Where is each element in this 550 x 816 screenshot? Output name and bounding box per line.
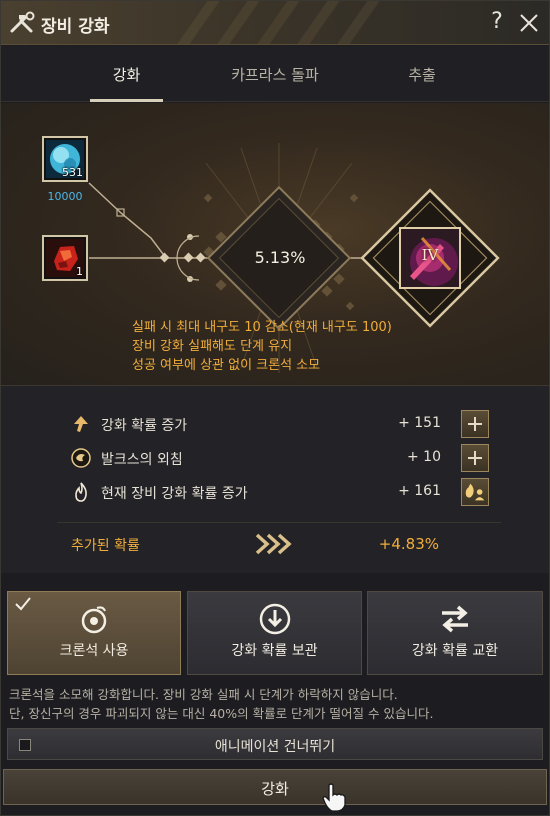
add-bonus-button[interactable]: [461, 410, 489, 438]
success-rate: 5.13%: [254, 248, 306, 267]
enhance-window: 장비 강화 ? 강화 카프라스 돌파 추출 531 10000 1 5.13% …: [0, 0, 550, 816]
tab-enhance[interactable]: 강화: [90, 64, 163, 85]
exchange-arrows-icon: [442, 605, 468, 633]
note-line: 장비 강화 실패해도 단계 유지: [132, 339, 293, 354]
material-slot-crystal[interactable]: 531: [42, 136, 88, 182]
exchange-rate-button[interactable]: 강화 확률 교환: [367, 591, 543, 675]
bonus-label: 발크스의 외침: [101, 452, 183, 468]
add-bonus-button[interactable]: [461, 478, 489, 506]
description-line: 단, 장신구의 경우 파괴되지 않는 대신 40%의 확률로 단계가 떨어질 수…: [9, 706, 434, 721]
bonus-label: 강화 확률 증가: [101, 418, 188, 434]
material-count: 531: [62, 166, 83, 179]
material-cost: 10000: [47, 190, 83, 203]
help-button[interactable]: ?: [485, 9, 509, 37]
checkmark-icon: [15, 597, 31, 611]
add-bonus-button[interactable]: [461, 444, 489, 472]
skip-animation-label: 애니메이션 건너뛰기: [214, 739, 336, 755]
bonus-value: + 151: [398, 415, 441, 431]
bonus-value: + 10: [407, 449, 441, 465]
option-label: 크론석 사용: [59, 643, 129, 659]
option-label: 강화 확률 보관: [231, 643, 318, 659]
description-line: 크론석을 소모해 강화합니다. 장비 강화 실패 시 단계가 하락하지 않습니다…: [9, 687, 398, 702]
active-tab-indicator: [90, 99, 163, 102]
swirl-orb-icon: [71, 448, 91, 468]
target-item-slot[interactable]: IV: [400, 228, 460, 288]
material-count: 1: [76, 265, 83, 278]
hammer-wrench-icon: [10, 11, 35, 33]
store-down-icon: [259, 603, 290, 635]
use-cron-stone-button[interactable]: 크론석 사용: [7, 591, 181, 675]
enhance-notes: 실패 시 최대 내구도 10 감소(현재 내구도 100) 장비 강화 실패해도…: [132, 318, 392, 375]
bonus-row-rate-increase: 강화 확률 증가 + 151: [71, 410, 489, 438]
window-title: 장비 강화: [41, 17, 110, 37]
hand-cursor-icon: [322, 783, 346, 812]
enhance-button[interactable]: 강화: [3, 769, 547, 805]
note-line: 실패 시 최대 내구도 10 감소(현재 내구도 100): [132, 320, 392, 335]
store-rate-button[interactable]: 강화 확률 보관: [187, 591, 362, 675]
added-rate-value: +4.83%: [378, 535, 439, 553]
flame-icon: [75, 482, 87, 502]
bonus-row-valks-cry: 발크스의 외침 + 10: [71, 444, 489, 472]
up-arrow-icon: [74, 416, 88, 432]
chevron-right-icon: [255, 533, 292, 555]
tab-bar: 강화 카프라스 돌파 추출: [1, 46, 549, 102]
title-bar[interactable]: 장비 강화 ?: [1, 1, 549, 45]
added-rate-row: 추가된 확률 +4.83%: [57, 522, 501, 562]
material-slot-red-stone[interactable]: 1: [42, 235, 88, 281]
bonus-label: 현재 장비 강화 확률 증가: [101, 486, 248, 502]
enhance-button-label: 강화: [261, 780, 289, 798]
note-line: 성공 여부에 상관 없이 크론석 소모: [132, 358, 321, 373]
skip-animation-toggle[interactable]: 애니메이션 건너뛰기: [7, 728, 543, 760]
tab-extract[interactable]: 추출: [386, 64, 458, 85]
bonus-panel: 강화 확률 증가 + 151 발크스의 외침 + 10 현재 장비 강화 확률 …: [1, 385, 549, 573]
close-icon[interactable]: [515, 9, 543, 37]
enhance-panel: 531 10000 1 5.13% IV 실패 시 최대 내구도 10 감소(현…: [1, 103, 549, 385]
target-level: IV: [421, 246, 439, 264]
description: 크론석을 소모해 강화합니다. 장비 강화 실패 시 단계가 하락하지 않습니다…: [9, 685, 433, 723]
flame-person-icon: [465, 483, 485, 501]
tab-kapras-breakthrough[interactable]: 카프라스 돌파: [215, 64, 335, 85]
bonus-value: + 161: [398, 483, 441, 499]
cron-stone-icon: [81, 606, 107, 634]
bonus-row-current-equipment: 현재 장비 강화 확률 증가 + 161: [71, 478, 489, 506]
added-rate-label: 추가된 확률: [71, 538, 140, 554]
option-label: 강화 확률 교환: [411, 643, 499, 659]
